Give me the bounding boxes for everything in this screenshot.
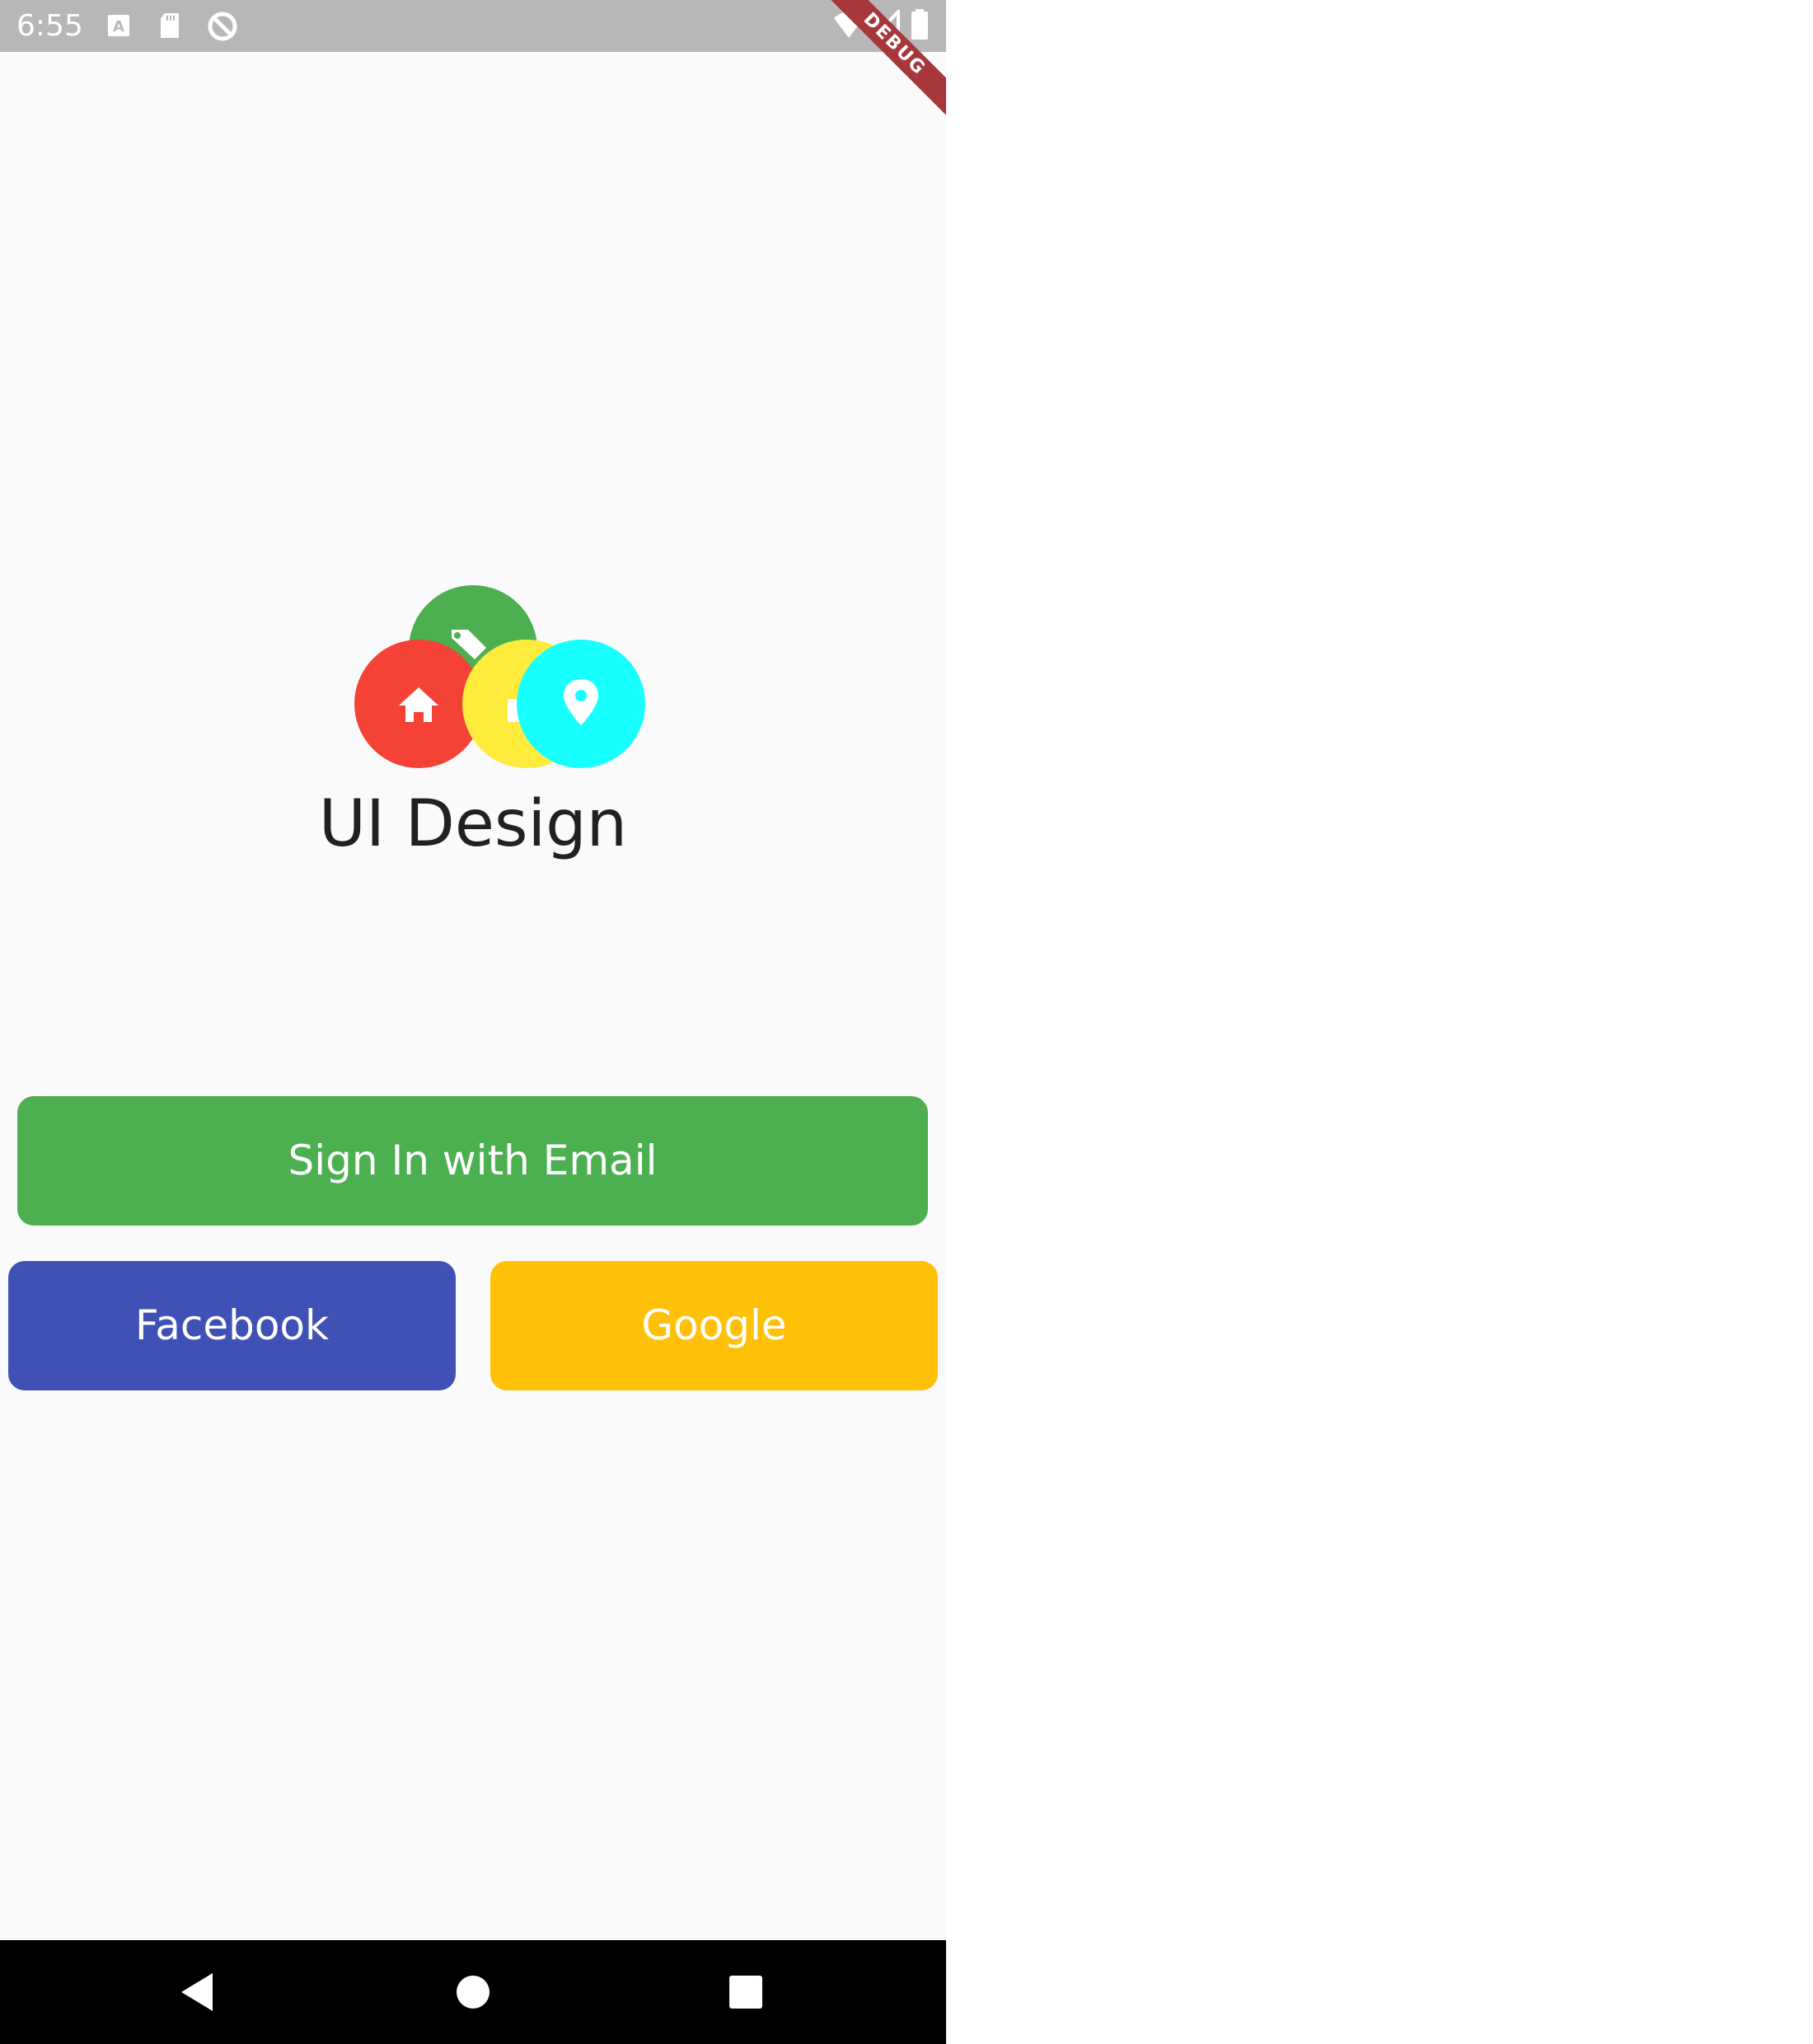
sd-card-icon	[161, 13, 179, 38]
sign-in-email-button[interactable]: Sign In with Email	[17, 1096, 928, 1226]
google-button[interactable]: Google	[490, 1261, 938, 1390]
text-notification-icon: A	[108, 15, 129, 36]
home-nav-icon[interactable]	[444, 1963, 502, 2021]
facebook-button[interactable]: Facebook	[8, 1261, 456, 1390]
recents-icon[interactable]	[717, 1963, 775, 2021]
svg-text:A: A	[113, 18, 124, 35]
app-title: UI Design	[318, 787, 628, 861]
phone-screen: 6:55 A DEBUG UI Design Sign In with Emai…	[0, 0, 946, 2044]
battery-icon	[911, 9, 928, 40]
status-bar: 6:55 A DEBUG	[0, 0, 946, 127]
navigation-bar	[0, 1940, 946, 2044]
app-logo	[354, 585, 645, 768]
sync-icon	[208, 12, 237, 41]
back-icon[interactable]	[171, 1963, 229, 2021]
status-time: 6:55	[16, 9, 83, 43]
